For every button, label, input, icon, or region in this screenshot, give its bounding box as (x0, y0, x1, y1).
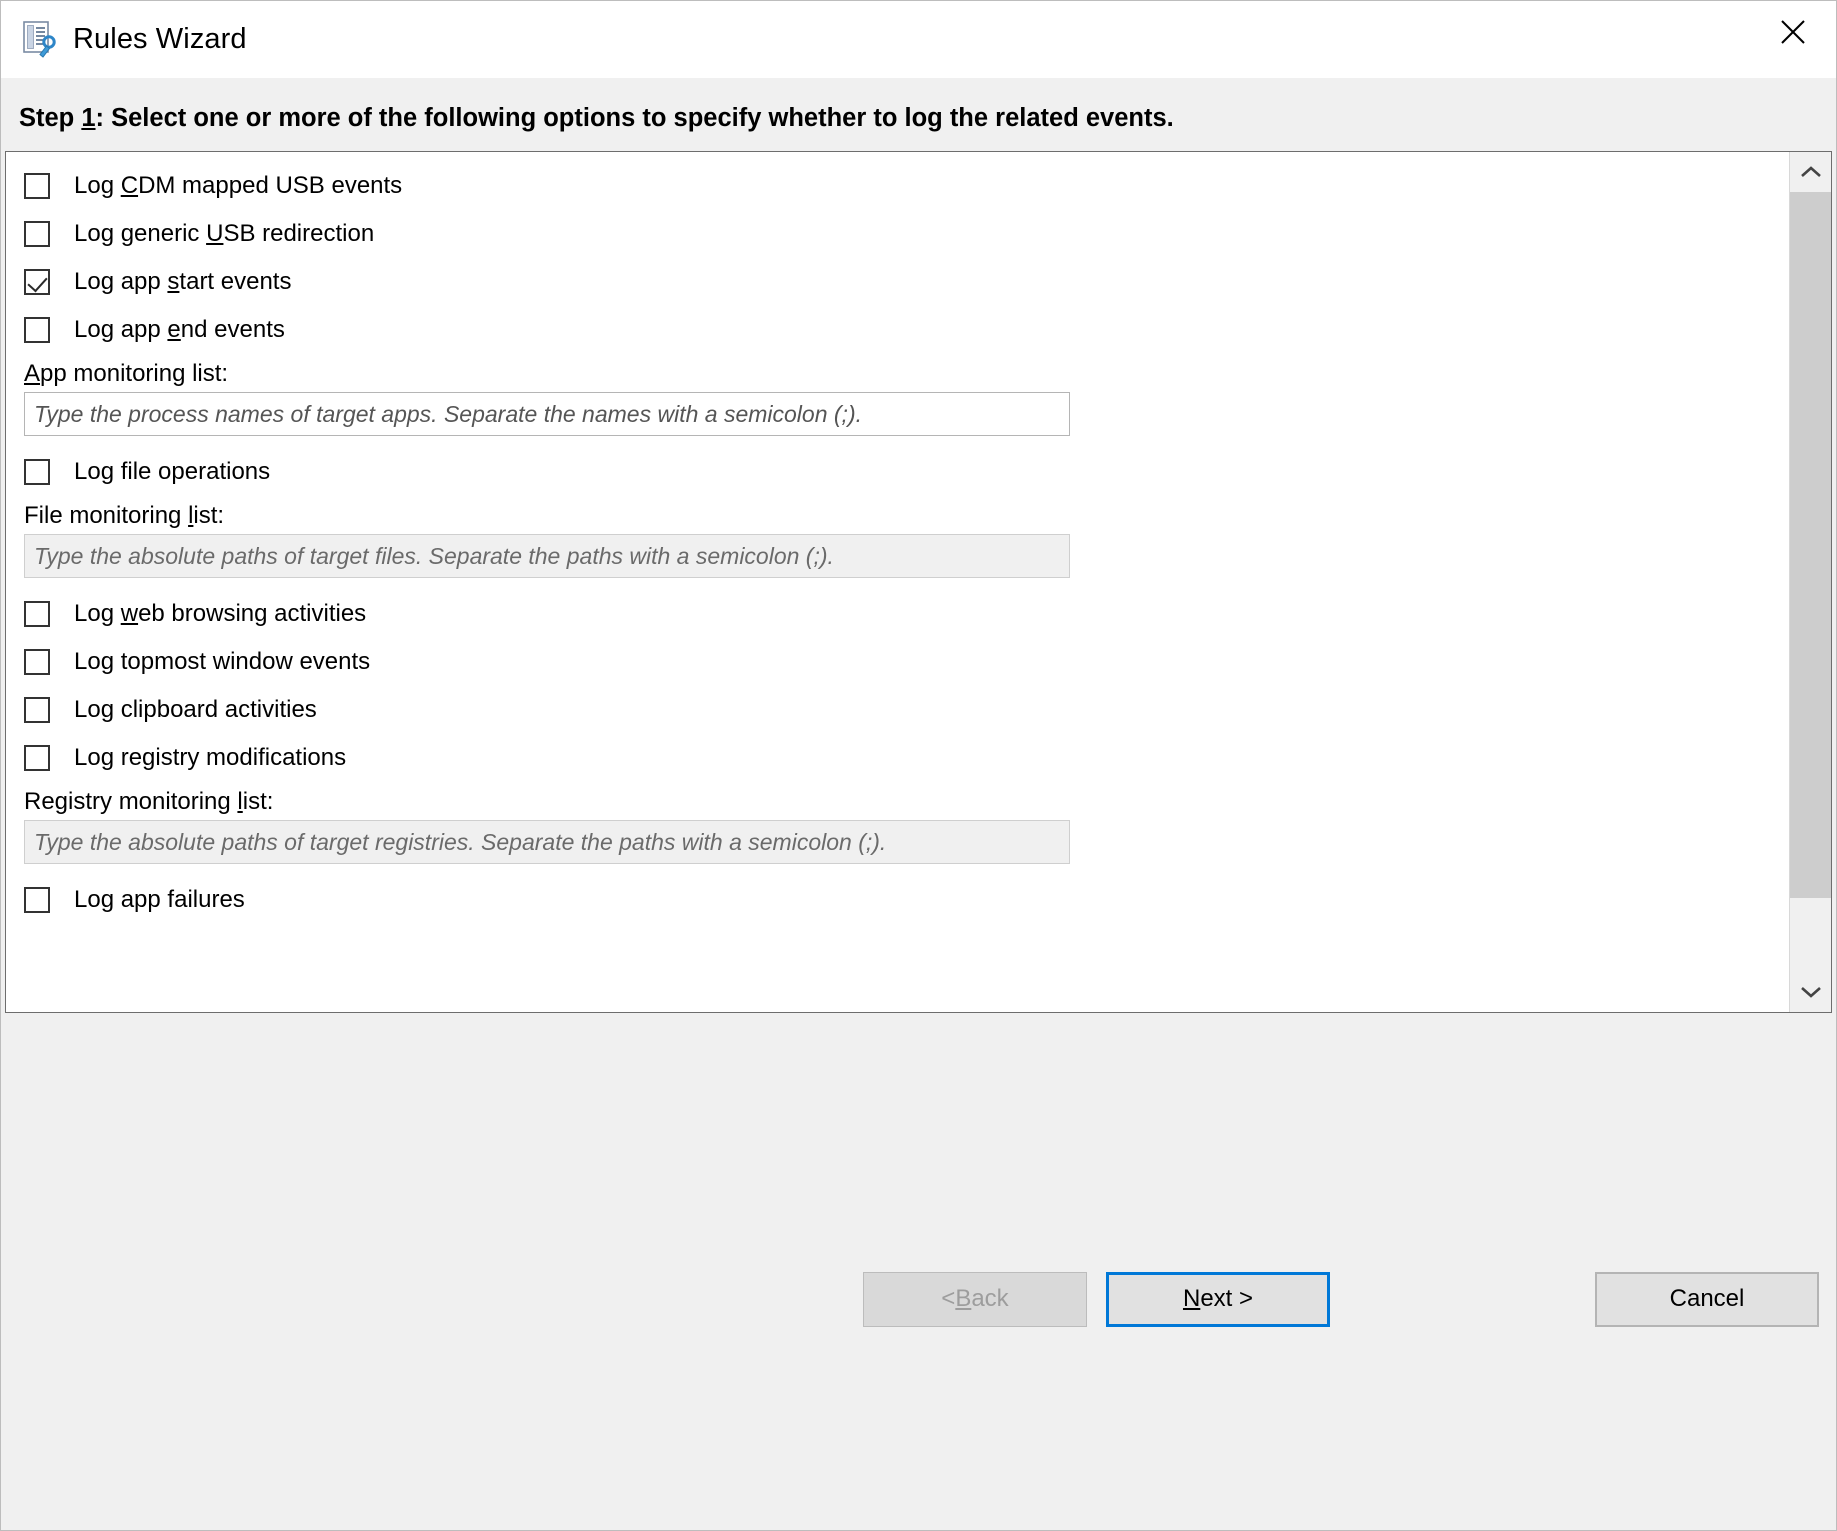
rules-wizard-window: Rules Wizard Step 1: Select one or more … (0, 0, 1837, 1531)
checkbox-label: Log CDM mapped USB events (74, 172, 402, 200)
checkbox-label: Log app end events (74, 316, 285, 344)
step-number: 1 (81, 104, 95, 132)
checkbox-label: Log generic USB redirection (74, 220, 374, 248)
checkbox-indicator[interactable] (24, 745, 50, 771)
step-suffix: : Select one or more of the following op… (96, 104, 1174, 132)
rules-wizard-icon (23, 21, 59, 59)
checkbox-indicator[interactable] (24, 887, 50, 913)
cancel-button[interactable]: Cancel (1595, 1272, 1819, 1327)
checkbox-log-web-browsing-activities[interactable]: Log web browsing activities (24, 590, 1787, 638)
checkbox-log-generic-usb-redirection[interactable]: Log generic USB redirection (24, 210, 1787, 258)
window-title: Rules Wizard (73, 23, 247, 56)
options-list: Log CDM mapped USB events Log generic US… (6, 152, 1787, 1012)
file-monitoring-list-input[interactable]: Type the absolute paths of target files.… (24, 534, 1070, 578)
options-scrollbar[interactable] (1789, 152, 1831, 1012)
checkbox-indicator[interactable] (24, 459, 50, 485)
checkbox-label: Log file operations (74, 458, 270, 486)
checkbox-indicator[interactable] (24, 697, 50, 723)
checkbox-log-topmost-window-events[interactable]: Log topmost window events (24, 638, 1787, 686)
back-button[interactable]: < Back (863, 1272, 1087, 1327)
checkbox-indicator[interactable] (24, 269, 50, 295)
checkbox-label: Log web browsing activities (74, 600, 366, 628)
checkbox-label: Log clipboard activities (74, 696, 317, 724)
scroll-up-button[interactable] (1790, 152, 1831, 192)
checkbox-indicator[interactable] (24, 649, 50, 675)
registry-monitoring-list-label: Registry monitoring list: (24, 788, 1787, 816)
checkbox-label: Log app failures (74, 886, 245, 914)
step-prefix: Step (19, 104, 81, 132)
checkbox-label: Log registry modifications (74, 744, 346, 772)
scroll-down-button[interactable] (1790, 972, 1831, 1012)
step-instruction: Step 1: Select one or more of the follow… (19, 104, 1836, 133)
registry-monitoring-list-input[interactable]: Type the absolute paths of target regist… (24, 820, 1070, 864)
checkbox-log-clipboard-activities[interactable]: Log clipboard activities (24, 686, 1787, 734)
close-button[interactable] (1750, 1, 1836, 63)
dialog-footer: < Back Next > Cancel (1, 1013, 1836, 1530)
checkbox-label: Log app start events (74, 268, 291, 296)
file-monitoring-list-label: File monitoring list: (24, 502, 1787, 530)
step-instruction-band: Step 1: Select one or more of the follow… (1, 78, 1836, 151)
title-bar: Rules Wizard (1, 1, 1836, 78)
app-monitoring-list-label: App monitoring list: (24, 360, 1787, 388)
chevron-down-icon (1800, 985, 1822, 999)
scrollbar-thumb[interactable] (1790, 192, 1831, 898)
chevron-up-icon (1800, 165, 1822, 179)
app-monitoring-list-input[interactable]: Type the process names of target apps. S… (24, 392, 1070, 436)
checkbox-indicator[interactable] (24, 221, 50, 247)
checkbox-indicator[interactable] (24, 601, 50, 627)
checkbox-indicator[interactable] (24, 173, 50, 199)
checkbox-log-file-operations[interactable]: Log file operations (24, 448, 1787, 496)
next-button[interactable]: Next > (1106, 1272, 1330, 1327)
checkbox-indicator[interactable] (24, 317, 50, 343)
checkbox-log-cdm-mapped-usb-events[interactable]: Log CDM mapped USB events (24, 162, 1787, 210)
checkbox-log-registry-modifications[interactable]: Log registry modifications (24, 734, 1787, 782)
checkbox-label: Log topmost window events (74, 648, 370, 676)
checkbox-log-app-failures[interactable]: Log app failures (24, 876, 1787, 924)
checkbox-log-app-start-events[interactable]: Log app start events (24, 258, 1787, 306)
checkbox-log-app-end-events[interactable]: Log app end events (24, 306, 1787, 354)
options-panel: Log CDM mapped USB events Log generic US… (5, 151, 1832, 1013)
